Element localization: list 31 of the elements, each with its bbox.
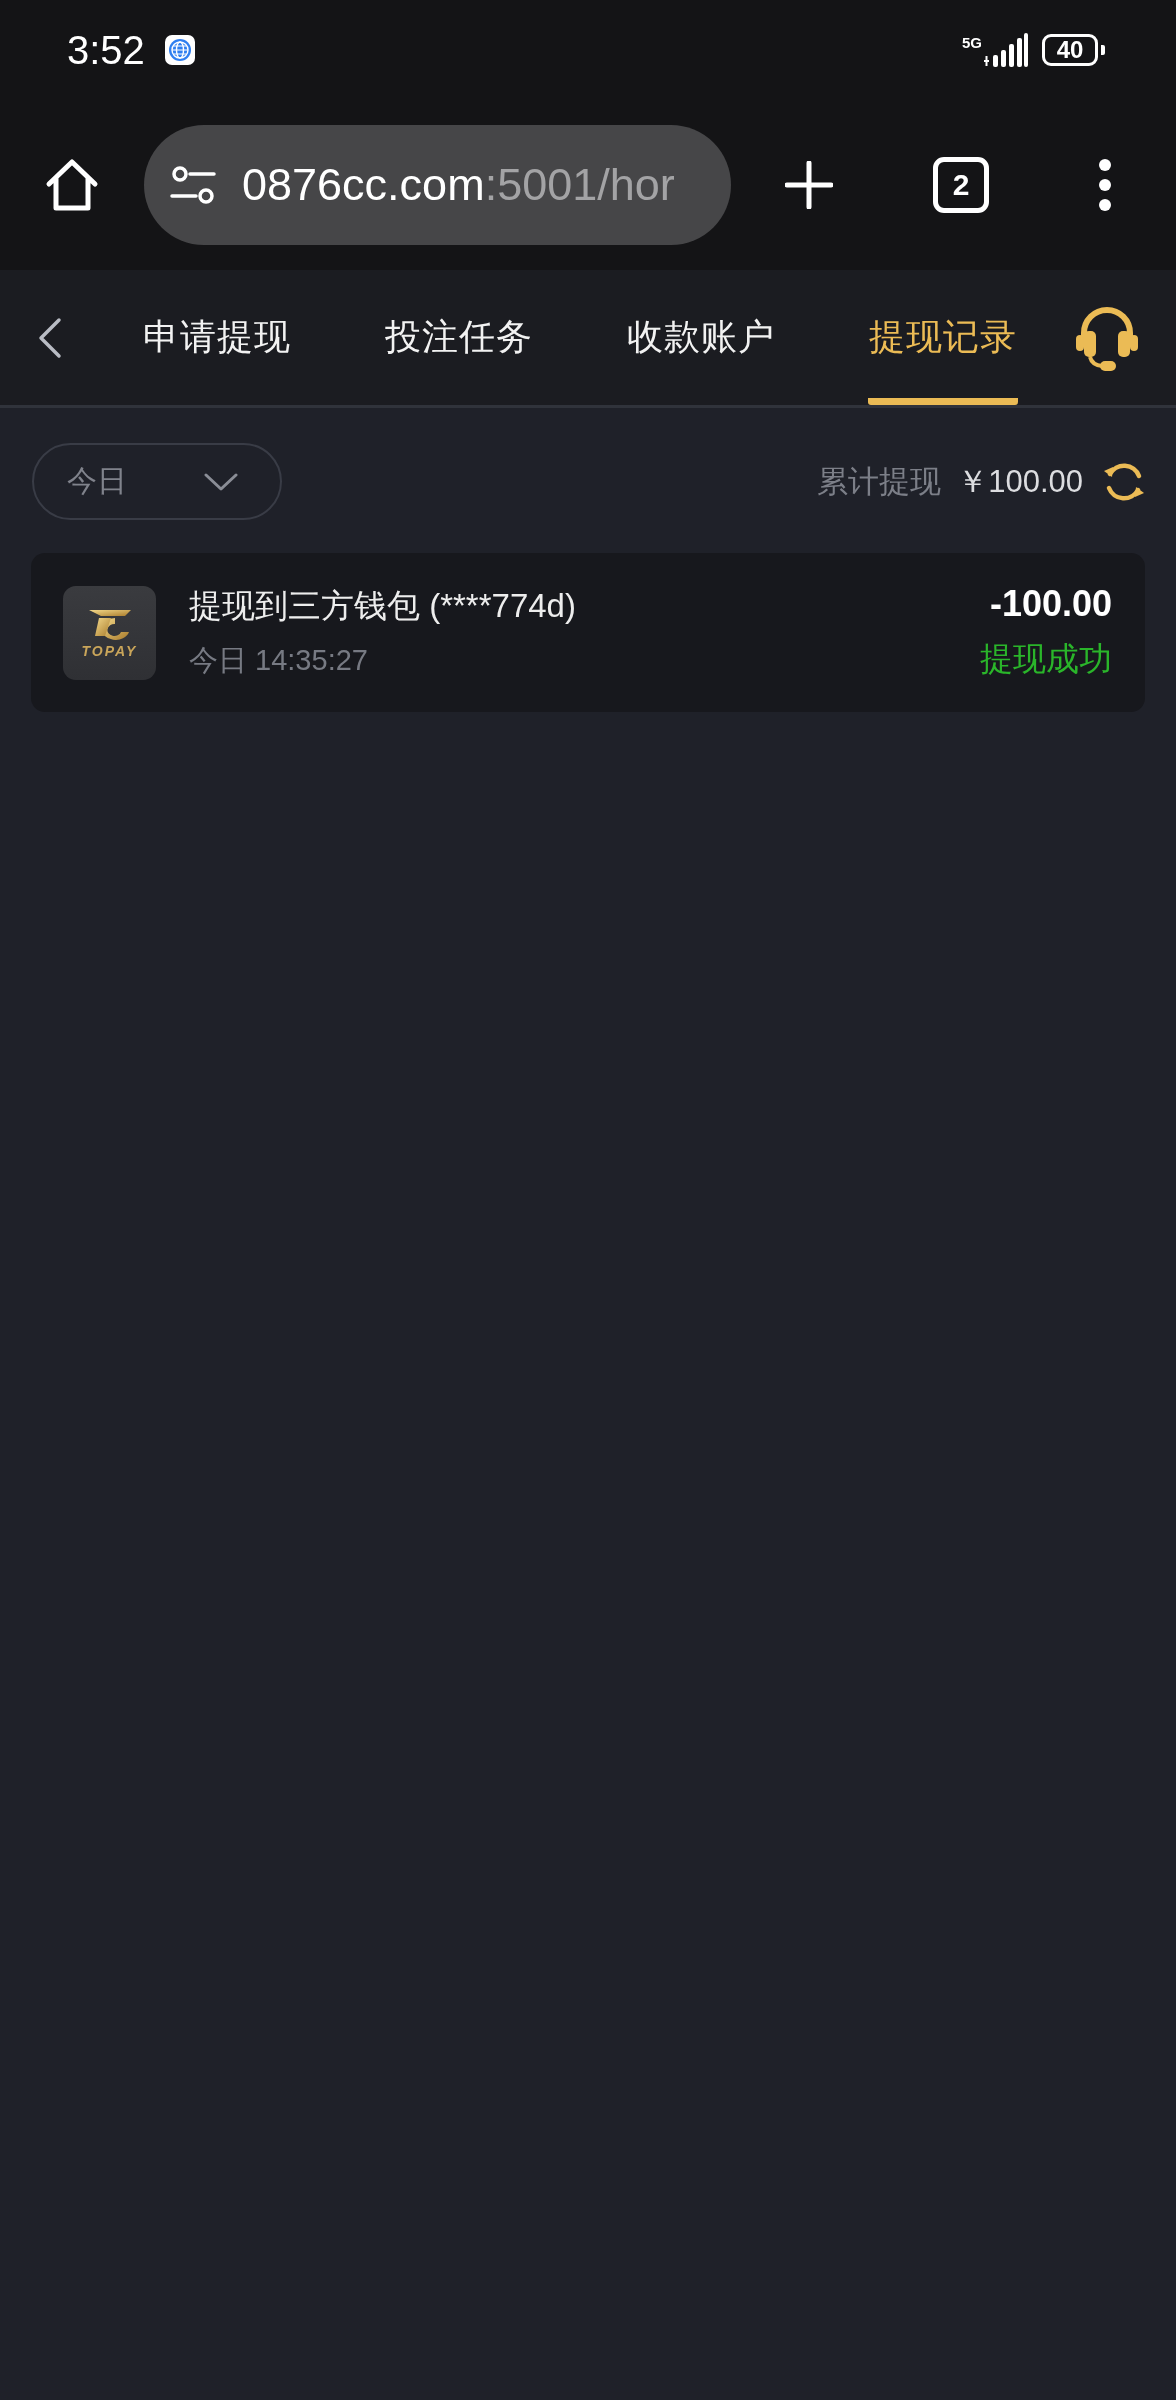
record-amount: -100.00 <box>989 583 1112 625</box>
total-label: 累计提现 <box>817 462 942 501</box>
refresh-icon[interactable] <box>1103 460 1145 503</box>
period-dropdown[interactable]: 今日 <box>32 443 282 520</box>
total-amount: ￥100.00 <box>957 462 1083 501</box>
nav-tab[interactable]: 收款账户 <box>626 270 776 405</box>
network-label: 5G <box>962 35 982 50</box>
record-time: 今日 14:35:27 <box>189 643 369 678</box>
tab-count-button[interactable]: 2 <box>933 157 989 213</box>
home-icon <box>45 158 99 212</box>
new-tab-button[interactable] <box>785 161 833 209</box>
back-icon[interactable] <box>38 316 62 359</box>
globe-icon <box>164 35 195 65</box>
logo-text: TOPAY <box>81 643 138 659</box>
record-title: 提现到三方钱包 (****774d) <box>189 586 577 626</box>
chevron-down-icon <box>204 472 238 491</box>
battery-indicator: 40 <box>1042 34 1106 66</box>
site-settings-icon[interactable] <box>170 165 216 205</box>
nav-tab[interactable]: 提现记录 <box>868 270 1018 405</box>
address-bar[interactable]: 0876cc.com:5001/hor <box>144 125 731 245</box>
home-button[interactable] <box>45 158 99 212</box>
menu-button[interactable] <box>1097 158 1113 212</box>
more-vertical-icon <box>1097 158 1113 212</box>
signal-icon <box>984 33 1028 67</box>
record-status: 提现成功 <box>980 639 1112 679</box>
url-text: 0876cc.com:5001/hor <box>242 159 675 211</box>
nav-tab[interactable]: 投注任务 <box>384 270 534 405</box>
record-card[interactable]: TOPAY 提现到三方钱包 (****774d) 今日 14:35:27 -100.00 提现成功 <box>31 553 1145 712</box>
clock-time: 3:52 <box>67 27 145 73</box>
nav-tab[interactable]: 申请提现 <box>142 270 292 405</box>
plus-icon <box>785 161 833 209</box>
